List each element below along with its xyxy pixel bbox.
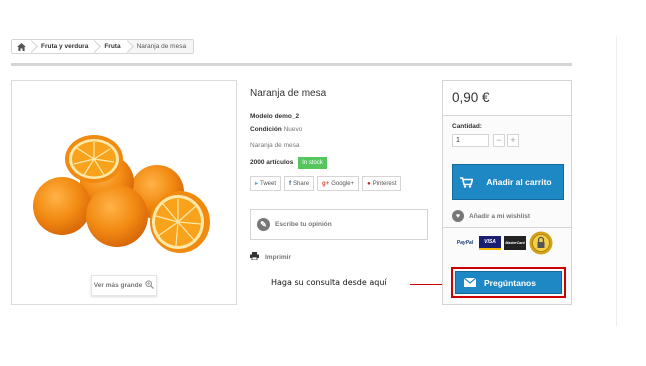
product-title: Naranja de mesa bbox=[250, 88, 327, 99]
pinterest-label: Pinterest bbox=[372, 180, 397, 187]
breadcrumb-item-label: Fruta bbox=[104, 43, 121, 50]
heart-icon: ♥ bbox=[452, 210, 464, 222]
breadcrumb-current: Naranja de mesa bbox=[127, 40, 194, 53]
stock-row: 2000 artículos In stock bbox=[250, 157, 327, 169]
secure-seal bbox=[529, 231, 553, 255]
wishlist-label: Añadir a mi wishlist bbox=[469, 212, 531, 220]
model-value: demo_2 bbox=[274, 113, 300, 120]
visa-logo: VISA bbox=[479, 236, 501, 250]
product-image-box[interactable]: Ver más grande bbox=[11, 80, 237, 305]
paypal-logo: PayPal bbox=[456, 240, 474, 246]
price-area: 0,90 € bbox=[443, 81, 571, 116]
write-review-label: Escribe tu opinión bbox=[275, 221, 332, 228]
add-to-cart-label: Añadir al carrito bbox=[486, 177, 552, 187]
model-row: Modelo demo_2 bbox=[250, 113, 299, 120]
tweet-button[interactable]: ▸ Tweet bbox=[250, 176, 282, 191]
print-label: Imprimir bbox=[265, 253, 292, 261]
social-buttons: ▸ Tweet f Share g+ Google+ ● Pinterest bbox=[250, 176, 402, 191]
price: 0,90 € bbox=[452, 90, 490, 105]
zoom-button[interactable]: Ver más grande bbox=[91, 275, 157, 296]
payment-logos: PayPal VISA MasterCard bbox=[454, 231, 553, 255]
printer-icon bbox=[250, 252, 259, 262]
share-button[interactable]: f Share bbox=[284, 176, 315, 191]
stock-count: 2000 artículos bbox=[250, 159, 294, 166]
magnifier-icon bbox=[145, 280, 155, 291]
twitter-icon: ▸ bbox=[255, 181, 259, 187]
breadcrumb: Fruta y verdura Fruta Naranja de mesa bbox=[11, 39, 195, 54]
product-info: Naranja de mesa bbox=[250, 88, 430, 99]
ask-highlight-frame: Pregúntanos bbox=[451, 267, 566, 298]
breadcrumb-home[interactable] bbox=[12, 40, 38, 53]
breadcrumb-current-label: Naranja de mesa bbox=[136, 43, 187, 50]
google-plus-icon: g+ bbox=[322, 180, 330, 187]
google-plus-button[interactable]: g+ Google+ bbox=[317, 176, 360, 191]
print-link[interactable]: Imprimir bbox=[250, 252, 291, 262]
page-edge-divider bbox=[616, 36, 617, 326]
model-label: Modelo bbox=[250, 113, 273, 120]
write-review-button[interactable]: ✎ Escribe tu opinión bbox=[250, 209, 428, 240]
zoom-label: Ver más grande bbox=[93, 282, 143, 289]
quantity-decrease-button[interactable]: − bbox=[493, 134, 505, 147]
condition-label: Condición bbox=[250, 126, 282, 133]
quantity-label: Cantidad: bbox=[452, 123, 482, 130]
condition-row: Condición Nuevo bbox=[250, 126, 302, 133]
cart-icon bbox=[453, 176, 479, 188]
product-image[interactable] bbox=[32, 134, 212, 264]
ask-question-label: Pregúntanos bbox=[484, 277, 536, 288]
ask-question-button[interactable]: Pregúntanos bbox=[455, 271, 562, 294]
share-label: Share bbox=[293, 180, 310, 187]
quantity-input[interactable]: 1 bbox=[452, 134, 489, 147]
quantity-increase-button[interactable]: + bbox=[507, 134, 519, 147]
annotation-text: Haga su consulta desde aquí bbox=[271, 278, 387, 287]
add-to-cart-button[interactable]: Añadir al carrito bbox=[452, 164, 564, 200]
breadcrumb-item-fruta-y-verdura[interactable]: Fruta y verdura bbox=[32, 40, 102, 53]
pinterest-icon: ● bbox=[367, 180, 371, 187]
tweet-label: Tweet bbox=[260, 180, 277, 187]
mastercard-logo: MasterCard bbox=[504, 236, 526, 250]
envelope-icon bbox=[456, 278, 484, 287]
stock-badge: In stock bbox=[298, 157, 327, 169]
pinterest-button[interactable]: ● Pinterest bbox=[362, 176, 402, 191]
buy-box: 0,90 € Cantidad: 1 − + Añadir al carrito… bbox=[442, 80, 572, 305]
short-description: Naranja de mesa bbox=[250, 142, 300, 149]
header-divider bbox=[11, 63, 572, 66]
condition-value: Nuevo bbox=[283, 126, 303, 133]
add-to-wishlist-link[interactable]: ♥ Añadir a mi wishlist bbox=[452, 210, 530, 222]
facebook-icon: f bbox=[289, 180, 292, 187]
google-plus-label: Google+ bbox=[331, 180, 355, 187]
pencil-icon: ✎ bbox=[257, 218, 270, 231]
breadcrumb-item-label: Fruta y verdura bbox=[41, 43, 89, 50]
buy-box-divider bbox=[443, 227, 571, 228]
